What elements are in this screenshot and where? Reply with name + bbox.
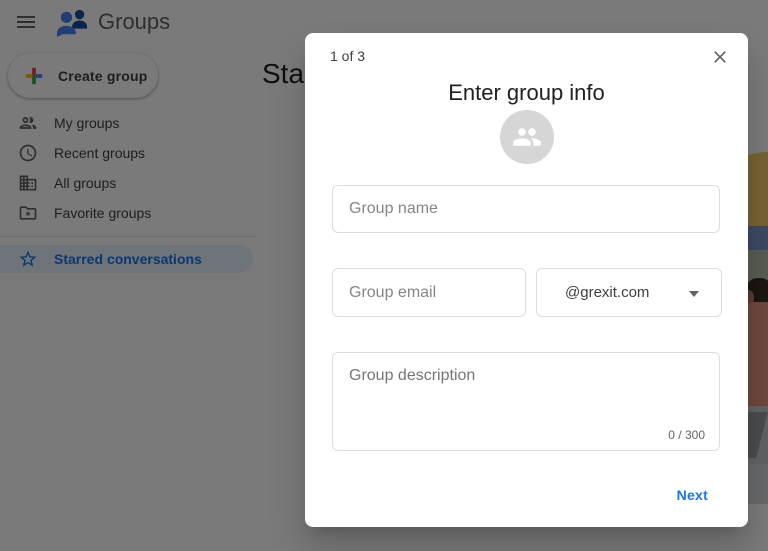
group-description-input[interactable] (333, 353, 719, 425)
close-icon (710, 47, 730, 67)
group-avatar (500, 110, 554, 164)
group-email-input[interactable] (332, 268, 526, 317)
screen: Groups Create group My groups (0, 0, 768, 551)
next-button[interactable]: Next (667, 479, 718, 511)
character-counter: 0 / 300 (668, 428, 705, 442)
create-group-dialog: 1 of 3 Enter group info @grexit.com 0 / … (305, 33, 748, 527)
step-indicator: 1 of 3 (330, 48, 365, 64)
dialog-title: Enter group info (305, 80, 748, 106)
dropdown-arrow-icon (689, 291, 699, 297)
close-button[interactable] (708, 46, 732, 70)
group-description-field: 0 / 300 (332, 352, 720, 451)
domain-dropdown[interactable]: @grexit.com (536, 268, 722, 317)
domain-selected-value: @grexit.com (565, 284, 649, 301)
group-name-input[interactable] (332, 185, 720, 233)
group-avatar-icon (512, 122, 542, 152)
